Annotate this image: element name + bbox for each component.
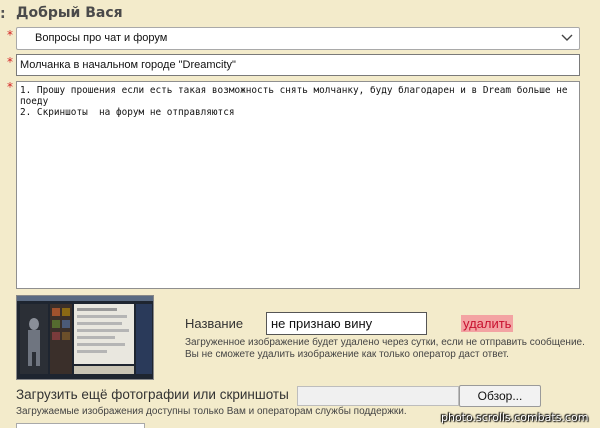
greeting-title: Добрый Вася xyxy=(16,5,123,21)
delete-attachment-button[interactable]: удалить xyxy=(461,315,514,332)
attachment-note-line2: Вы не сможете удалить изображение как то… xyxy=(185,349,509,360)
attachment-note-line1: Загруженное изображение будет удалено че… xyxy=(185,337,585,348)
required-mark: * xyxy=(7,28,13,42)
browse-button[interactable]: Обзор... xyxy=(459,385,541,407)
category-select[interactable]: Вопросы про чат и форум xyxy=(16,27,580,50)
attachment-name-input[interactable]: не признаю вину xyxy=(266,312,427,335)
subject-input[interactable]: Молчанка в начальном городе "Dreamcity" xyxy=(16,54,580,76)
category-selected-value: Вопросы про чат и форум xyxy=(35,32,168,44)
upload-label: Загрузить ещё фотографии или скриншоты xyxy=(16,387,289,402)
upload-note: Загружаемые изображения доступны только … xyxy=(16,406,407,417)
required-mark: * xyxy=(7,55,13,69)
screenshot-thumbnail[interactable] xyxy=(16,295,154,380)
attachment-name-label: Название xyxy=(185,316,244,331)
greeting-colon: : xyxy=(0,6,6,22)
screenshot-preview-image xyxy=(17,296,153,379)
chevron-down-icon xyxy=(561,34,573,41)
watermark: photo.scrolls.combats.com xyxy=(441,411,589,424)
message-textarea[interactable]: 1. Прошу прошения если есть такая возмож… xyxy=(16,81,580,289)
file-path-field[interactable] xyxy=(297,386,459,406)
partial-field[interactable] xyxy=(16,423,145,428)
required-mark: * xyxy=(7,80,13,94)
